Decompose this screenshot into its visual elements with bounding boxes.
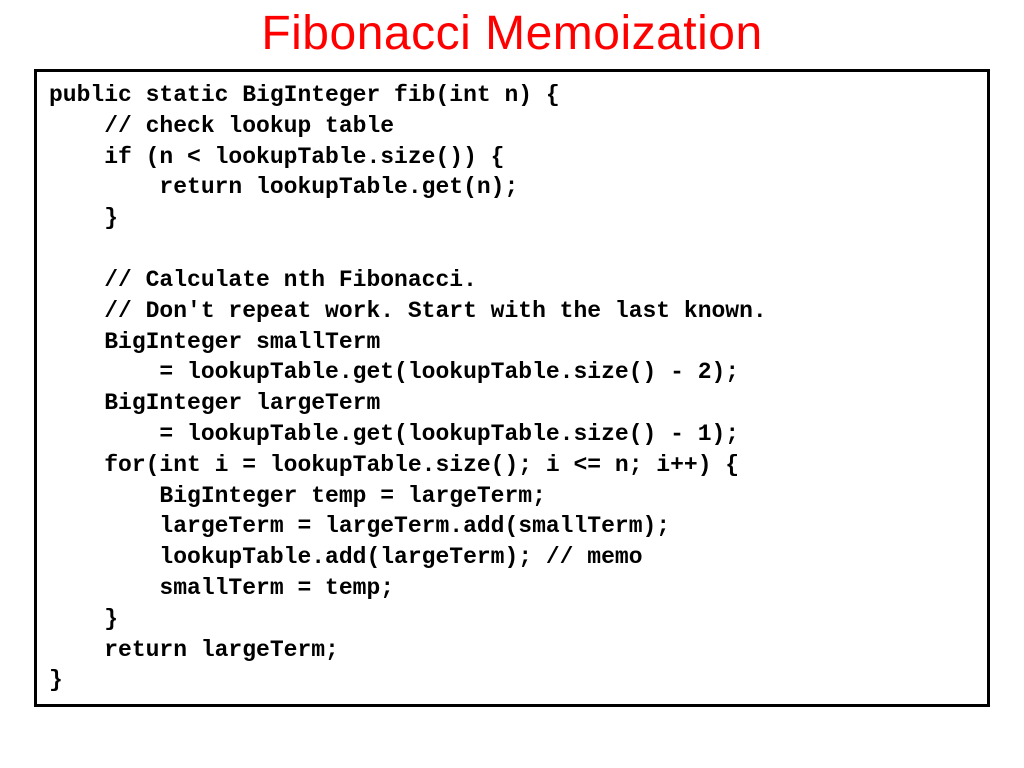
slide: Fibonacci Memoization public static BigI…	[0, 0, 1024, 768]
code-block: public static BigInteger fib(int n) { //…	[49, 80, 975, 696]
code-box: public static BigInteger fib(int n) { //…	[34, 69, 990, 707]
slide-title: Fibonacci Memoization	[0, 0, 1024, 69]
